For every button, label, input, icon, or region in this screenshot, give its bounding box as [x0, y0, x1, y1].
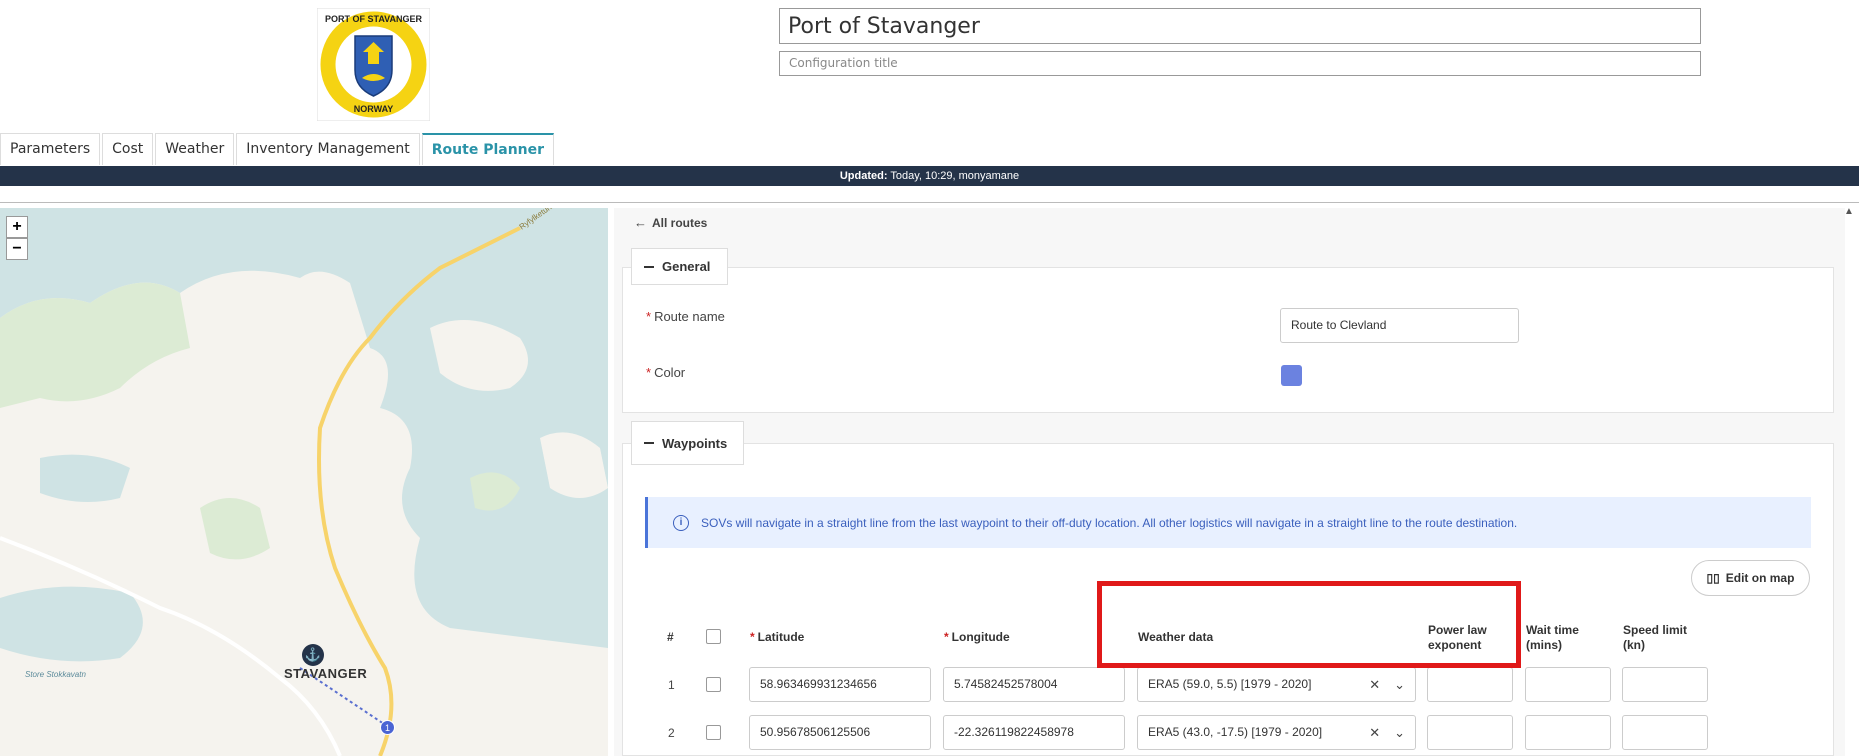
speed-limit-input[interactable] [1622, 667, 1708, 702]
general-title: General [662, 259, 711, 274]
configuration-title-input[interactable]: Configuration title [779, 51, 1701, 76]
main-tabs: Parameters Cost Weather Inventory Manage… [0, 133, 556, 165]
weather-data-select[interactable]: ERA5 (59.0, 5.5) [1979 - 2020] ✕ ⌄ [1137, 667, 1416, 702]
info-icon: i [673, 514, 689, 531]
color-swatch[interactable] [1281, 365, 1302, 386]
tab-inventory-management[interactable]: Inventory Management [236, 133, 420, 165]
map-icon: ▯▯ [1706, 571, 1720, 585]
waypoint-marker[interactable]: 1 [380, 720, 395, 735]
highlight-box [1097, 581, 1521, 668]
info-banner: i SOVs will navigate in a straight line … [645, 497, 1811, 548]
chevron-down-icon[interactable]: ⌄ [1394, 716, 1405, 749]
divider [0, 202, 1859, 203]
arrow-left-icon: ← [634, 215, 647, 230]
title-input[interactable]: Port of Stavanger [779, 8, 1701, 44]
chevron-down-icon[interactable]: ⌄ [1394, 668, 1405, 701]
updated-value: Today, 10:29, monyamane [890, 170, 1020, 182]
logo-text-top: PORT OF STAVANGER [324, 14, 422, 24]
route-name-label: * Route name [646, 309, 725, 324]
power-law-input[interactable] [1427, 715, 1513, 750]
zoom-in-button[interactable]: + [6, 216, 28, 238]
all-routes-link[interactable]: ← All routes [634, 215, 707, 230]
tab-route-planner[interactable]: Route Planner [421, 133, 555, 165]
wait-time-input[interactable] [1525, 715, 1611, 750]
weather-data-value: ERA5 (59.0, 5.5) [1979 - 2020] [1148, 677, 1312, 691]
longitude-input[interactable]: -22.326119822458978 [943, 715, 1125, 750]
longitude-input[interactable]: 5.74582452578004 [943, 667, 1125, 702]
clear-icon[interactable]: ✕ [1369, 716, 1380, 749]
updated-status-bar: Updated: Today, 10:29, monyamane [0, 166, 1859, 186]
collapse-icon [644, 265, 654, 268]
tab-parameters[interactable]: Parameters [0, 133, 101, 165]
tab-weather[interactable]: Weather [155, 133, 235, 165]
latitude-input[interactable]: 58.963469931234656 [749, 667, 931, 702]
collapse-icon [644, 442, 654, 444]
logo-text-bottom: NORWAY [353, 104, 394, 114]
tab-cost[interactable]: Cost [102, 133, 154, 165]
wait-time-input[interactable] [1525, 667, 1611, 702]
row-number: 1 [668, 678, 675, 692]
latitude-input[interactable]: 50.95678506125506 [749, 715, 931, 750]
row-checkbox[interactable] [706, 725, 721, 740]
waypoints-title: Waypoints [662, 435, 728, 451]
color-label: * Color [646, 365, 686, 380]
general-section [622, 267, 1834, 413]
edit-on-map-label: Edit on map [1725, 571, 1795, 585]
all-routes-label: All routes [652, 215, 708, 230]
power-law-input[interactable] [1427, 667, 1513, 702]
col-header-number: # [667, 630, 674, 644]
port-logo: PORT OF STAVANGER NORWAY [316, 7, 431, 122]
row-checkbox[interactable] [706, 677, 721, 692]
waypoints-section-toggle[interactable]: Waypoints [631, 421, 744, 465]
updated-label: Updated: [839, 170, 888, 182]
place-label: Store Stokkavatn [25, 670, 86, 679]
general-section-toggle[interactable]: General [631, 248, 728, 285]
row-number: 2 [668, 726, 675, 740]
weather-data-value: ERA5 (43.0, -17.5) [1979 - 2020] [1148, 725, 1323, 739]
info-text: SOVs will navigate in a straight line fr… [701, 515, 1518, 530]
col-header-wait-time: Wait time (mins) [1526, 623, 1579, 652]
scroll-up-icon[interactable]: ▲ [1844, 206, 1856, 217]
select-all-checkbox[interactable] [706, 629, 721, 644]
clear-icon[interactable]: ✕ [1369, 668, 1380, 701]
route-name-input[interactable]: Route to Clevland [1280, 308, 1519, 343]
route-map[interactable]: + − Ryfylketunnelen ⚓ STAVANGER Store St… [0, 208, 608, 756]
zoom-out-button[interactable]: − [6, 238, 28, 260]
col-header-longitude: * Longitude [944, 630, 1010, 644]
weather-data-select[interactable]: ERA5 (43.0, -17.5) [1979 - 2020] ✕ ⌄ [1137, 715, 1416, 750]
col-header-speed-limit: Speed limit (kn) [1623, 623, 1688, 652]
edit-on-map-button[interactable]: ▯▯ Edit on map [1691, 560, 1810, 596]
speed-limit-input[interactable] [1622, 715, 1708, 750]
anchor-icon: ⚓ [302, 644, 324, 666]
col-header-latitude: * Latitude [750, 630, 805, 644]
city-label: STAVANGER [284, 666, 368, 681]
